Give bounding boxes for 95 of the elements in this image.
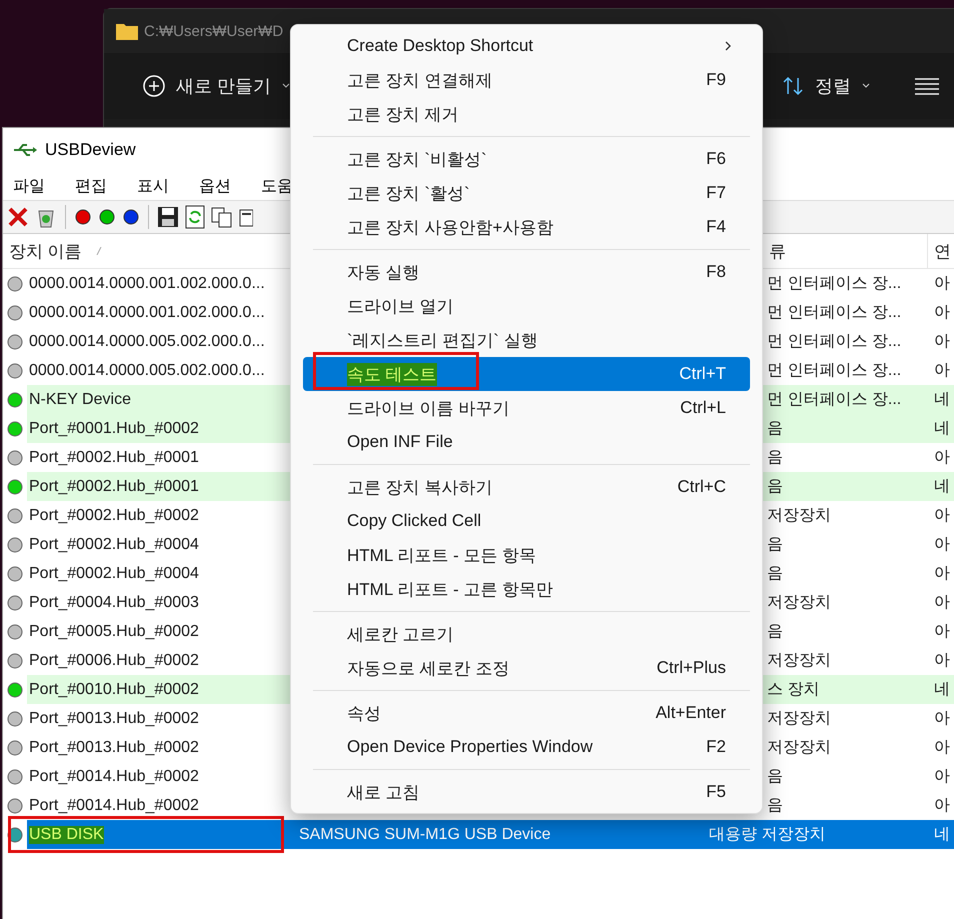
table-cell-text: 음 [767,477,783,497]
table-cell-text: 아 [934,303,950,323]
table-cell: USB DISK [29,826,104,844]
table-cell-text: 먼 인터페이스 장... [767,303,902,323]
menu-item-label: 세로칸 고르기 [347,624,454,646]
table-cell-text: 먼 인터페이스 장... [767,390,902,410]
table-cell: 0000.0014.0000.001.002.000.0... [29,274,265,292]
shortcut-text: Ctrl+Plus [656,658,726,678]
shortcut-text: Ctrl+T [679,364,726,384]
shortcut-text: F9 [706,70,726,90]
table-cell-text: 아 [934,651,950,671]
table-cell-text: 음 [767,622,783,642]
table-cell-text: 아 [934,796,950,816]
menu-item-label: 자동으로 세로칸 조정 [347,658,510,680]
table-cell-text: 저장장치 [767,593,831,613]
table-cell-text: 먼 인터페이스 장... [767,361,902,381]
table-cell: 0000.0014.0000.005.002.000.0... [29,362,265,380]
table-cell-text: 아 [934,506,950,526]
table-cell-text: 저장장치 [767,738,831,758]
table-cell-text: 네 [934,390,950,410]
table-cell: Port_#0002.Hub_#0002 [29,506,199,524]
menu-item-label: Copy Clicked Cell [347,511,482,531]
table-cell-text: 스 장치 [767,680,820,700]
table-cell-text: 음 [767,535,783,555]
table-cell-text: 음 [767,796,783,816]
menu-item-label: 고른 장치 제거 [347,104,458,126]
shortcut-text: Alt+Enter [656,703,726,723]
menu-item-label: Create Desktop Shortcut [347,36,534,56]
menu-item-label: 자동 실행 [347,262,420,284]
table-cell: Port_#0001.Hub_#0002 [29,420,199,438]
menu-item-label: 새로 고침 [347,782,420,804]
table-cell-text: 아 [934,332,950,352]
table-cell-text: 아 [934,564,950,584]
table-cell-text: 음 [767,564,783,584]
table-cell-text: 네 [934,680,950,700]
table-cell-text: 아 [934,274,950,294]
menu-item-label: 속도 테스트 [347,362,437,386]
table-cell-text: 아 [934,767,950,787]
menu-item-label: Open Device Properties Window [347,737,593,757]
table-cell: SAMSUNG SUM-M1G USB Device [299,826,551,844]
table-cell-text: 음 [767,767,783,787]
table-cell-text: 저장장치 [767,709,831,729]
table-cell: Port_#0014.Hub_#0002 [29,796,199,814]
table-cell: Port_#0014.Hub_#0002 [29,768,199,786]
menu-item-label: 고른 장치 `활성` [347,182,470,204]
table-cell-text: 아 [934,709,950,729]
table-cell-text: 먼 인터페이스 장... [767,274,902,294]
table-cell-text: 대용량 저장장치 [709,825,826,845]
path-text: C:₩Users₩User₩D [144,22,284,40]
menu-item-label: 고른 장치 연결해제 [347,70,492,92]
table-cell-text: 먼 인터페이스 장... [767,332,902,352]
table-cell: Port_#0002.Hub_#0004 [29,536,199,554]
menu-item-label: 속성 [347,702,381,724]
shortcut-text: F6 [706,149,726,169]
shortcut-text: F2 [706,737,726,757]
menu-item-label: 드라이브 열기 [347,296,454,318]
shortcut-text: F5 [706,782,726,802]
shortcut-text: F4 [706,217,726,237]
menu-item-label: HTML 리포트 - 고른 항목만 [347,578,554,600]
table-cell: Port_#0013.Hub_#0002 [29,710,199,728]
table-cell: Port_#0010.Hub_#0002 [29,680,199,698]
menu-item-label: 고른 장치 사용안함+사용함 [347,216,554,238]
menu-item-label: 고른 장치 복사하기 [347,476,492,498]
menu-item-label: `레지스트리 편집기` 실행 [347,330,538,352]
table-cell-text: 저장장치 [767,506,831,526]
table-cell: Port_#0004.Hub_#0003 [29,594,199,612]
shortcut-text: Ctrl+L [680,398,726,418]
table-cell-text: 아 [934,738,950,758]
table-cell-text: 아 [934,593,950,613]
table-cell-text: 아 [934,622,950,642]
table-cell-text: 네 [934,825,950,845]
menu-item-label: HTML 리포트 - 모든 항목 [347,544,536,566]
shortcut-text: F7 [706,183,726,203]
table-cell: 0000.0014.0000.005.002.000.0... [29,332,265,350]
table-cell: Port_#0006.Hub_#0002 [29,652,199,670]
table-cell: Port_#0002.Hub_#0004 [29,564,199,582]
shortcut-text: Ctrl+C [677,477,726,497]
table-cell: 0000.0014.0000.001.002.000.0... [29,304,265,322]
table-cell: Port_#0002.Hub_#0001 [29,448,199,466]
menu-item-label: Open INF File [347,432,453,452]
table-cell-text: 아 [934,535,950,555]
table-cell-text: 아 [934,448,950,468]
table-cell: N-KEY Device [29,390,131,408]
table-cell-text: 네 [934,419,950,439]
menu-item-label: 드라이브 이름 바꾸기 [347,398,510,420]
table-cell-text: 음 [767,419,783,439]
menu-item-label: 고른 장치 `비활성` [347,148,487,170]
table-cell-text: 네 [934,477,950,497]
table-cell-text: 아 [934,361,950,381]
table-cell: Port_#0005.Hub_#0002 [29,622,199,640]
table-cell-text: 음 [767,448,783,468]
window-title: USBDeview [45,140,136,160]
table-cell: Port_#0002.Hub_#0001 [29,478,199,496]
table-cell: Port_#0013.Hub_#0002 [29,738,199,756]
table-cell-text: 저장장치 [767,651,831,671]
